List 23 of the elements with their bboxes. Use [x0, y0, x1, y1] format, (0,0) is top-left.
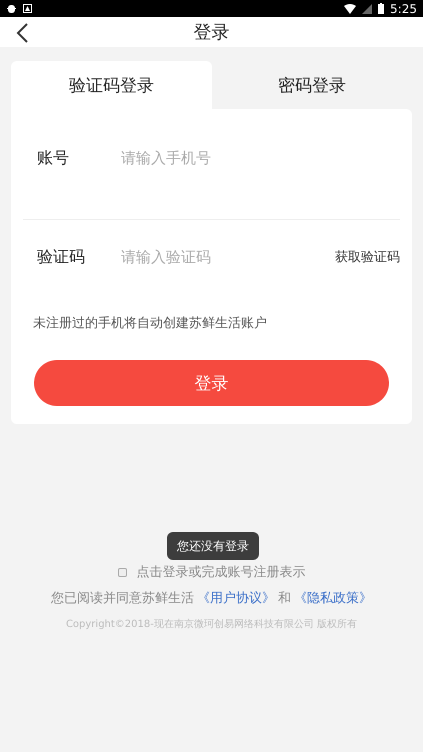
input-field[interactable]: 请输入验证码	[119, 247, 335, 267]
terms-link[interactable]: 《用户协议》	[197, 589, 275, 607]
back-icon[interactable]	[16, 23, 28, 43]
signal-icon	[362, 4, 372, 14]
page-title: 登录	[194, 21, 230, 44]
login-tab[interactable]: 密码登录	[212, 61, 412, 109]
wifi-icon	[344, 4, 356, 14]
conjunction-text: 和	[278, 590, 291, 607]
agreement-text: 点击登录或完成账号注册表示	[136, 564, 306, 581]
battery-icon	[378, 3, 384, 14]
hint-text: 未注册过的手机将自动创建苏鲜生活账户	[33, 315, 268, 332]
input-field[interactable]: 请输入手机号	[119, 148, 400, 168]
agreement-text: 您已阅读并同意苏鲜生活	[51, 590, 194, 607]
login-tab[interactable]: 验证码登录	[11, 61, 212, 109]
field-label: 账号	[37, 148, 70, 168]
privacy-link[interactable]: 《隐私政策》	[294, 589, 372, 607]
status-time: 5:25	[390, 2, 417, 16]
login-button[interactable]: 登录	[34, 360, 389, 406]
toast-message: 您还没有登录	[167, 532, 259, 560]
field-label: 验证码	[37, 246, 86, 268]
copyright-text: Copyright©2018-现在南京微珂创易网络科技有限公司 版权所有	[66, 618, 358, 631]
get-code-link[interactable]: 获取验证码	[335, 248, 400, 266]
agree-checkbox[interactable]	[118, 568, 126, 576]
